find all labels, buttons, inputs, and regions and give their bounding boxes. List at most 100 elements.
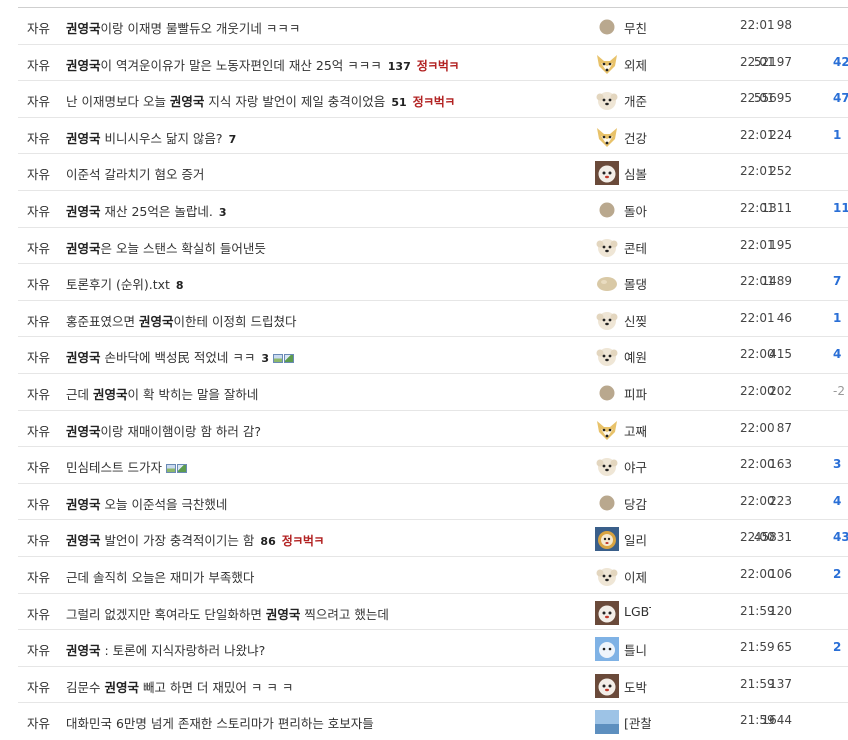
post-author[interactable]: 고째 <box>595 418 651 442</box>
post-author[interactable]: 일리 <box>595 527 651 552</box>
post-category[interactable]: 자유 <box>27 494 50 513</box>
post-row[interactable]: 자유 민심테스트 드가자 야구 22:00 163 3 <box>18 447 848 484</box>
post-category[interactable]: 자유 <box>27 238 50 257</box>
post-category[interactable]: 자유 <box>27 713 50 732</box>
comment-count[interactable]: 51 <box>391 96 406 109</box>
post-author[interactable]: [관찰 <box>595 710 651 735</box>
post-category[interactable]: 자유 <box>27 201 50 220</box>
avatar-icon <box>595 454 619 478</box>
post-row[interactable]: 자유 권영국이랑 재매이햄이랑 함 하러 감? 고째 22:00 87 <box>18 411 848 448</box>
highlight-keyword: 권영국 <box>66 203 101 219</box>
post-category[interactable]: 자유 <box>27 18 50 37</box>
post-row[interactable]: 자유 권영국 발언이 가장 충격적이기는 함 86 정ㅋ벅ㅋ 일리 22:00 45… <box>18 520 848 557</box>
post-title-link[interactable]: 토론후기 (순위).txt 8 <box>66 274 184 293</box>
post-row[interactable]: 자유 권영국 재산 25억은 놀랍네. 3 돌아 22:01 1311 11 <box>18 191 848 228</box>
post-title-link[interactable]: 대화민국 6만명 넘게 존재한 스토리마가 편리하는 호보자들 <box>66 713 374 732</box>
post-title-link[interactable]: 권영국 재산 25억은 놀랍네. 3 <box>66 201 226 220</box>
post-author[interactable]: 몰댕 <box>595 271 651 295</box>
title-text: 그럴리 없겠지만 혹여라도 단일화하면 <box>66 606 266 622</box>
post-title-link[interactable]: 권영국 오늘 이준석을 극찬했네 <box>66 494 227 513</box>
post-row[interactable]: 자유 근데 권영국이 확 박히는 말을 잘하네 피파 22:00 202 -2 <box>18 374 848 411</box>
post-title-link[interactable]: 권영국이랑 재매이햄이랑 함 하러 감? <box>66 421 261 440</box>
post-author[interactable]: 신찢 <box>595 308 651 332</box>
post-category[interactable]: 자유 <box>27 640 50 659</box>
post-author[interactable]: 돌아 <box>595 198 651 222</box>
image-attachment-icon <box>273 354 284 364</box>
avatar-icon <box>595 418 619 442</box>
post-category[interactable]: 자유 <box>27 421 50 440</box>
post-title-link[interactable]: 근데 솔직히 오늘은 재미가 부족했다 <box>66 567 254 586</box>
post-row[interactable]: 자유 토론후기 (순위).txt 8 몰댕 22:01 1489 7 <box>18 264 848 301</box>
post-row[interactable]: 자유 권영국 : 토론에 지식자랑하러 나왔냐? 틀니 21:59 65 2 <box>18 630 848 667</box>
post-row[interactable]: 자유 근데 솔직히 오늘은 재미가 부족했다 이제 22:00 106 2 <box>18 557 848 594</box>
post-row[interactable]: 자유 권영국 손바닥에 백성民 적었네 ㅋㅋ 3 예원 22:00 415 4 <box>18 337 848 374</box>
post-author[interactable]: 콘테 <box>595 235 651 259</box>
comment-count[interactable]: 137 <box>388 60 411 73</box>
post-title-link[interactable]: 권영국 비니시우스 닮지 않음? 7 <box>66 128 236 147</box>
comment-count[interactable]: 86 <box>260 535 275 548</box>
post-author[interactable]: 건강 <box>595 125 651 149</box>
post-row[interactable]: 자유 권영국이랑 이재명 물빨듀오 개웃기네 ㅋㅋㅋ 무친 22:01 98 <box>18 8 848 45</box>
post-title-link[interactable]: 권영국이랑 이재명 물빨듀오 개웃기네 ㅋㅋㅋ <box>66 18 300 37</box>
post-category[interactable]: 자유 <box>27 91 50 110</box>
post-title-link[interactable]: 권영국이 역겨운이유가 말은 노동자편인데 재산 25억 ㅋㅋㅋ 137 정ㅋ벅ㅋ <box>66 55 459 74</box>
post-row[interactable]: 자유 권영국 오늘 이준석을 극찬했네 당감 22:00 223 4 <box>18 484 848 521</box>
post-author[interactable]: LGBT <box>595 600 651 625</box>
post-row[interactable]: 자유 대화민국 6만명 넘게 존재한 스토리마가 편리하는 호보자들 [관찰 2… <box>18 703 848 740</box>
picture-attachment-icon <box>176 464 187 474</box>
post-author[interactable]: 무친 <box>595 15 651 39</box>
post-title-link[interactable]: 홍준표였으면 권영국이한테 이정희 드립쳤다 <box>66 311 296 330</box>
post-title-link[interactable]: 이준석 갈라치기 혐오 증거 <box>66 164 204 183</box>
post-category[interactable]: 자유 <box>27 347 50 366</box>
post-title-link[interactable]: 김문수 권영국 빼고 하면 더 재밌어 ㅋ ㅋ ㅋ <box>66 677 293 696</box>
comment-count[interactable]: 7 <box>229 133 237 146</box>
comment-count[interactable]: 3 <box>261 352 269 365</box>
post-category[interactable]: 자유 <box>27 164 50 183</box>
post-category[interactable]: 자유 <box>27 530 50 549</box>
post-title-link[interactable]: 그럴리 없겠지만 혹여라도 단일화하면 권영국 찍으려고 했는데 <box>66 604 389 623</box>
post-author[interactable]: 외제 <box>595 52 651 76</box>
recommend-count: 47 <box>833 91 848 106</box>
post-category[interactable]: 자유 <box>27 128 50 147</box>
post-author[interactable]: 당감 <box>595 491 651 515</box>
post-category[interactable]: 자유 <box>27 311 50 330</box>
post-author[interactable]: 심볼 <box>595 161 651 186</box>
post-category[interactable]: 자유 <box>27 457 50 476</box>
post-category[interactable]: 자유 <box>27 677 50 696</box>
view-count: 87 <box>776 420 792 435</box>
post-author[interactable]: 이제 <box>595 564 651 588</box>
post-author[interactable]: 틀니 <box>595 637 651 662</box>
post-title-link[interactable]: 난 이재명보다 오늘 권영국 지식 자랑 발언이 제일 충격이었음 51 정ㅋ벅ㅋ <box>66 91 455 110</box>
post-row[interactable]: 자유 홍준표였으면 권영국이한테 이정희 드립쳤다 신찢 22:01 46 1 <box>18 301 848 338</box>
post-row[interactable]: 자유 권영국 비니시우스 닮지 않음? 7 건강 22:01 224 1 <box>18 118 848 155</box>
post-author[interactable]: 야구 <box>595 454 651 478</box>
post-title-link[interactable]: 권영국 : 토론에 지식자랑하러 나왔냐? <box>66 640 265 659</box>
post-row[interactable]: 자유 난 이재명보다 오늘 권영국 지식 자랑 발언이 제일 충격이었음 51 정ㅋ… <box>18 81 848 118</box>
post-row[interactable]: 자유 김문수 권영국 빼고 하면 더 재밌어 ㅋ ㅋ ㅋ 도박 21:59 13… <box>18 667 848 704</box>
post-author[interactable]: 예원 <box>595 344 651 368</box>
comment-count[interactable]: 3 <box>219 206 227 219</box>
title-text: 발언이 가장 충격적이기는 함 <box>100 533 255 549</box>
post-row[interactable]: 자유 권영국은 오늘 스탠스 확실히 들어낸듯 콘테 22:01 195 <box>18 228 848 265</box>
post-row[interactable]: 자유 권영국이 역겨운이유가 말은 노동자편인데 재산 25억 ㅋㅋㅋ 137 정ㅋ… <box>18 45 848 82</box>
view-count: 120 <box>769 603 792 618</box>
comment-count[interactable]: 8 <box>176 279 184 292</box>
post-author[interactable]: 도박 <box>595 673 651 698</box>
post-author[interactable]: 피파 <box>595 381 651 405</box>
recommend-count: 4 <box>833 493 842 508</box>
title-text: 근데 솔직히 오늘은 재미가 부족했다 <box>66 569 255 585</box>
post-row[interactable]: 자유 이준석 갈라치기 혐오 증거 심볼 22:01 252 <box>18 154 848 191</box>
post-category[interactable]: 자유 <box>27 604 50 623</box>
post-row[interactable]: 자유 그럴리 없겠지만 혹여라도 단일화하면 권영국 찍으려고 했는데 LGBT… <box>18 594 848 631</box>
post-title-link[interactable]: 권영국은 오늘 스탠스 확실히 들어낸듯 <box>66 238 266 257</box>
title-text: 지식 자랑 발언이 제일 충격이었음 <box>204 94 386 110</box>
post-title-link[interactable]: 권영국 손바닥에 백성民 적었네 ㅋㅋ 3 <box>66 347 295 366</box>
post-category[interactable]: 자유 <box>27 55 50 74</box>
post-title-link[interactable]: 권영국 발언이 가장 충격적이기는 함 86 정ㅋ벅ㅋ <box>66 530 324 549</box>
post-title-link[interactable]: 민심테스트 드가자 <box>66 457 187 476</box>
post-category[interactable]: 자유 <box>27 274 50 293</box>
post-author[interactable]: 개준 <box>595 88 651 112</box>
post-category[interactable]: 자유 <box>27 567 50 586</box>
post-category[interactable]: 자유 <box>27 384 50 403</box>
post-title-link[interactable]: 근데 권영국이 확 박히는 말을 잘하네 <box>66 384 258 403</box>
